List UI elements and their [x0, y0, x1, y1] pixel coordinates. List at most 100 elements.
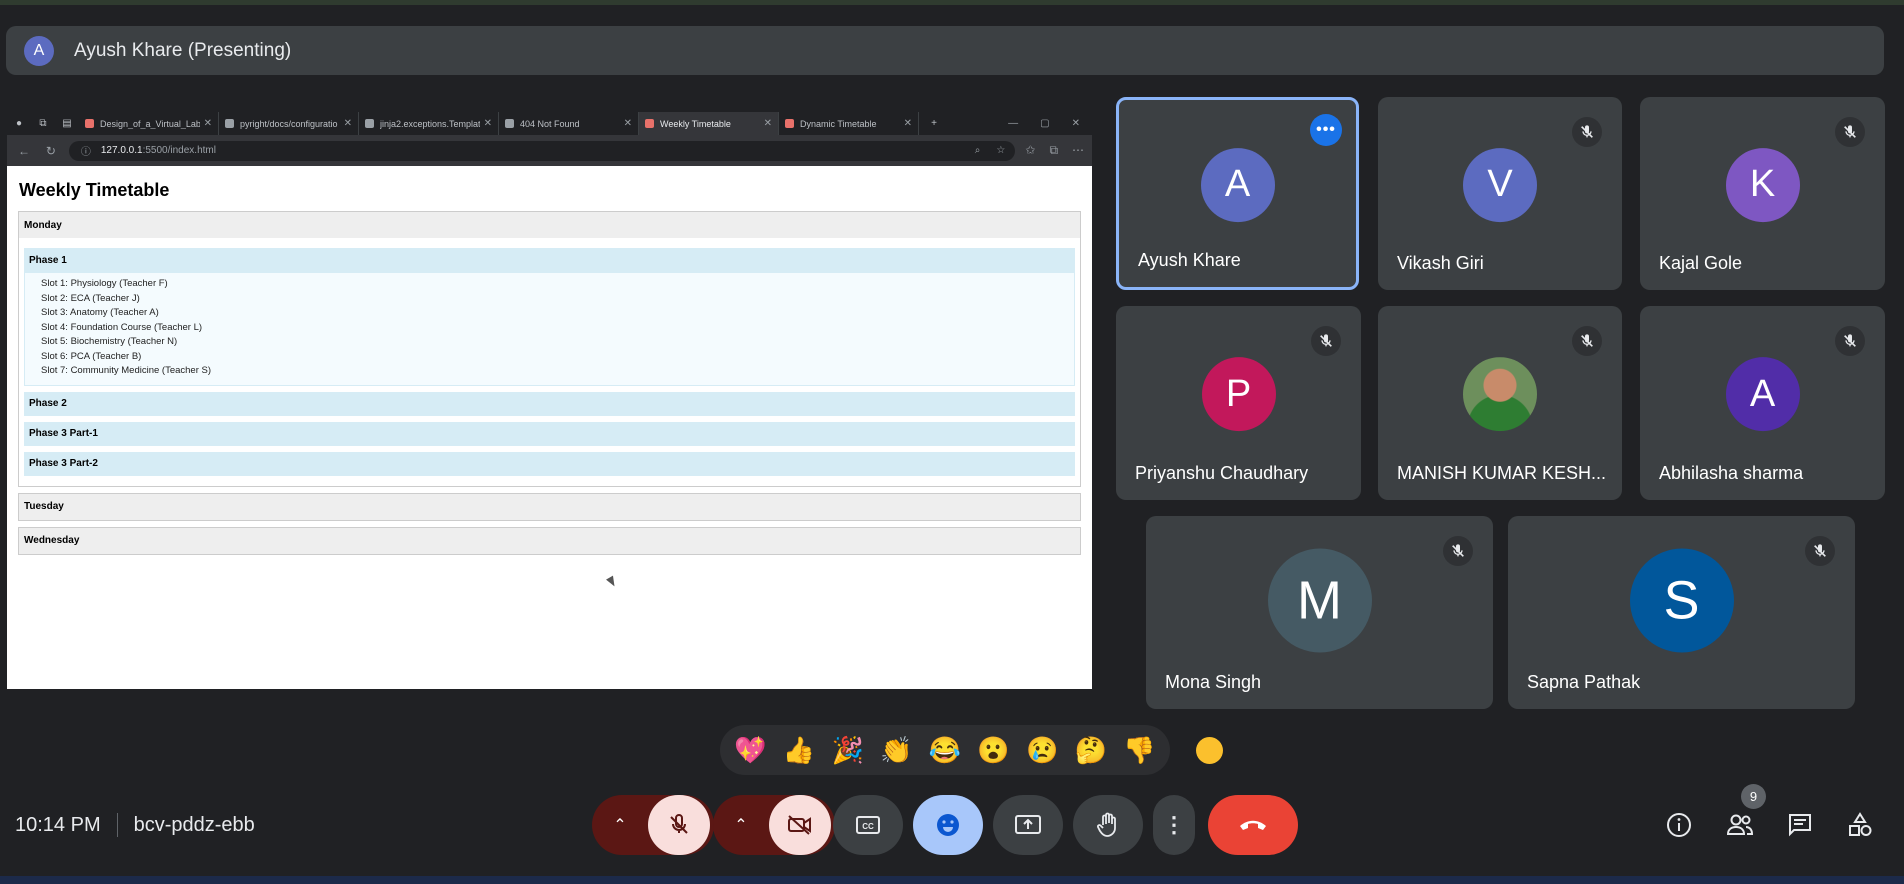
reaction-emoji[interactable]: 👏: [880, 735, 912, 766]
mic-off-button[interactable]: [648, 795, 710, 855]
tab-close-icon[interactable]: ✕: [904, 118, 912, 129]
participant-name: Priyanshu Chaudhary: [1135, 463, 1309, 483]
participant-tile[interactable]: K Kajal Gole: [1640, 97, 1885, 290]
camera-off-button[interactable]: [769, 795, 831, 855]
tab-favicon-icon: [225, 119, 234, 128]
minimize-icon[interactable]: —: [1008, 118, 1018, 129]
participant-tile[interactable]: A Abhilasha sharma: [1640, 306, 1885, 500]
presenter-label: Ayush Khare (Presenting): [74, 39, 292, 61]
phase-section: Phase 2: [24, 391, 1075, 416]
reaction-emoji[interactable]: 👍: [783, 735, 815, 766]
tab-label: 404 Not Found: [520, 118, 580, 129]
tab-close-icon[interactable]: ✕: [624, 118, 632, 129]
participant-tile[interactable]: MANISH KUMAR KESH...: [1378, 306, 1622, 500]
participant-avatar: P: [1201, 357, 1276, 432]
extensions-icon[interactable]: ⧉: [1049, 143, 1058, 158]
slot-item: Slot 4: Foundation Course (Teacher L): [41, 321, 203, 333]
participant-tile[interactable]: P Priyanshu Chaudhary: [1116, 306, 1361, 500]
phase-header[interactable]: Phase 2: [24, 391, 1075, 416]
participant-name: MANISH KUMAR KESH...: [1397, 463, 1607, 483]
browser-tab[interactable]: Dynamic Timetable ✕: [779, 112, 919, 135]
reaction-emoji[interactable]: 💖: [734, 735, 766, 766]
people-icon[interactable]: [1725, 810, 1755, 840]
meeting-details-info-icon[interactable]: [1664, 810, 1694, 840]
activities-icon[interactable]: [1845, 810, 1875, 840]
tab-close-icon[interactable]: ✕: [344, 118, 352, 129]
chat-icon[interactable]: [1785, 810, 1815, 840]
browser-menu-icon[interactable]: ⋯: [1072, 143, 1084, 158]
phase-header[interactable]: Phase 3 Part-1: [24, 421, 1075, 446]
day-header[interactable]: Monday: [19, 212, 1080, 238]
slot-item: Slot 5: Biochemistry (Teacher N): [41, 336, 178, 347]
skin-tone-picker[interactable]: [1196, 737, 1223, 764]
reaction-emoji[interactable]: 😮: [977, 735, 1009, 766]
clock-time: 10:14 PM: [15, 813, 101, 836]
tab-close-icon[interactable]: ✕: [204, 118, 212, 129]
favorites-icon[interactable]: ✩: [1025, 143, 1035, 158]
phase-header[interactable]: Phase 3 Part-2: [24, 451, 1075, 476]
captions-icon: CC: [856, 816, 880, 834]
browser-tab[interactable]: jinja2.exceptions.Templat ✕: [359, 112, 499, 135]
participant-avatar: K: [1725, 147, 1800, 222]
present-screen-button[interactable]: [993, 795, 1063, 855]
phase-header[interactable]: Phase 1: [24, 248, 1075, 272]
meeting-info: 10:14 PM bcv-pddz-ebb: [15, 813, 255, 837]
vertical-tabs-icon[interactable]: ▤: [60, 117, 74, 131]
participant-tile[interactable]: S Sapna Pathak: [1508, 516, 1855, 709]
mic-muted-icon: [1805, 536, 1835, 566]
tab-label: Weekly Timetable: [660, 118, 731, 129]
workspaces-icon[interactable]: ⧉: [36, 117, 50, 131]
zoom-icon[interactable]: ⌕: [975, 145, 981, 156]
participant-tile[interactable]: A Ayush Khare •••: [1116, 97, 1359, 290]
slot-item: Slot 1: Physiology (Teacher F): [41, 278, 168, 289]
favorite-star-icon[interactable]: ☆: [996, 145, 1005, 156]
day-header[interactable]: Tuesday: [19, 493, 1080, 520]
reaction-emoji[interactable]: 😂: [929, 735, 961, 766]
back-icon[interactable]: ←: [15, 144, 33, 158]
reaction-emoji[interactable]: 🤔: [1075, 735, 1107, 766]
new-tab-icon[interactable]: +: [927, 117, 941, 131]
reactions-button[interactable]: [913, 795, 983, 855]
mic-muted-icon: [1443, 536, 1473, 566]
reaction-emoji[interactable]: 👎: [1123, 735, 1155, 766]
site-info-icon[interactable]: ⓘ: [81, 143, 91, 158]
browser-tab[interactable]: Design_of_a_Virtual_Labo ✕: [79, 112, 219, 135]
address-bar-row: ← ↻ ⓘ 127.0.0.1:5500/index.html ⌕ ☆ ✩ ⧉ …: [7, 135, 1092, 166]
video-control-group: ⌃: [713, 795, 835, 855]
tab-close-icon[interactable]: ✕: [484, 118, 492, 129]
captions-button[interactable]: CC: [833, 795, 903, 855]
tab-favicon-icon: [85, 119, 94, 128]
audio-options-chevron-icon[interactable]: ⌃: [592, 815, 648, 835]
slot-item: Slot 3: Anatomy (Teacher A): [41, 307, 159, 318]
reload-icon[interactable]: ↻: [42, 144, 60, 158]
reaction-emoji[interactable]: 😢: [1026, 735, 1058, 766]
raise-hand-button[interactable]: [1073, 795, 1143, 855]
meeting-code: bcv-pddz-ebb: [133, 813, 255, 836]
day-header[interactable]: Wednesday: [19, 527, 1080, 554]
url-field[interactable]: ⓘ 127.0.0.1:5500/index.html ⌕ ☆: [68, 140, 1016, 161]
profile-icon[interactable]: ●: [12, 117, 26, 131]
close-window-icon[interactable]: ✕: [1072, 118, 1080, 129]
browser-tab[interactable]: 404 Not Found ✕: [499, 112, 639, 135]
leave-call-button[interactable]: [1208, 795, 1298, 855]
tab-close-icon[interactable]: ✕: [764, 118, 772, 129]
day-section: Tuesday: [18, 492, 1081, 521]
tab-label: Design_of_a_Virtual_Labo: [100, 118, 200, 129]
timetable-page: Weekly Timetable Monday Phase 1 Slot 1: Ph…: [7, 166, 1092, 575]
more-options-icon[interactable]: •••: [1310, 114, 1342, 146]
participant-avatar: V: [1463, 147, 1537, 222]
camera-off-icon: [788, 815, 811, 835]
participant-name: Abhilasha sharma: [1659, 463, 1804, 483]
participant-tile[interactable]: V Vikash Giri: [1378, 97, 1622, 290]
participant-tile[interactable]: M Mona Singh: [1146, 516, 1493, 709]
browser-tab[interactable]: pyright/docs/configuratio ✕: [219, 112, 359, 135]
restore-icon[interactable]: ▢: [1040, 118, 1049, 129]
participant-name: Mona Singh: [1165, 672, 1262, 692]
video-options-chevron-icon[interactable]: ⌃: [713, 815, 769, 835]
hang-up-icon: [1240, 820, 1266, 830]
reaction-emoji[interactable]: 🎉: [831, 735, 863, 766]
tab-favicon-icon: [785, 119, 794, 128]
participant-name: Sapna Pathak: [1527, 672, 1641, 692]
browser-tab[interactable]: Weekly Timetable ✕: [639, 112, 779, 135]
more-options-button[interactable]: ⋮: [1153, 795, 1195, 855]
